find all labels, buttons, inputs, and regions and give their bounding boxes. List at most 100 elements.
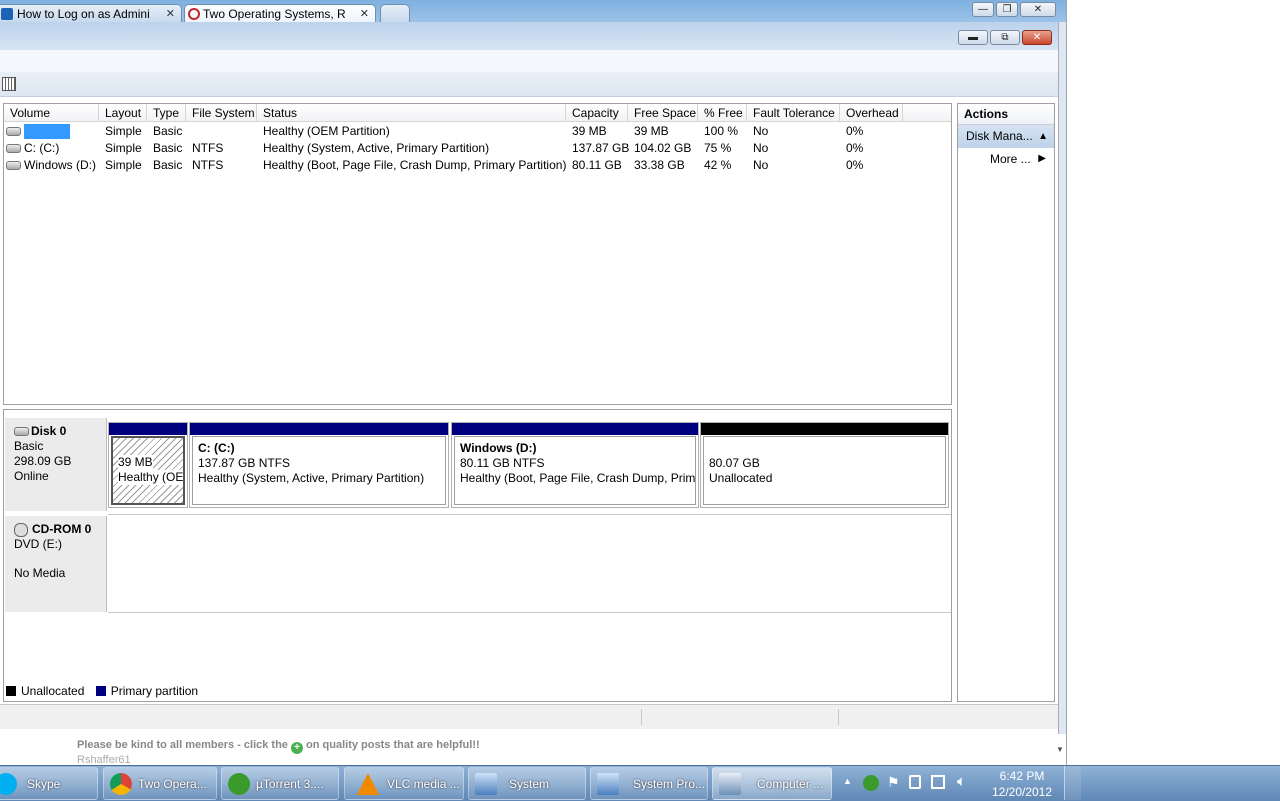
cdrom-0-info[interactable]: CD-ROM 0 DVD (E:) No Media bbox=[5, 516, 107, 612]
actions-more-label: More ... bbox=[990, 152, 1031, 166]
close-button[interactable]: ✕ bbox=[1022, 30, 1052, 45]
cdrom-name: CD-ROM 0 bbox=[32, 522, 92, 536]
column-header-type[interactable]: Type bbox=[147, 104, 186, 122]
partition-status: Unallocated bbox=[709, 471, 773, 485]
partition-c[interactable]: C: (C:) 137.87 GB NTFS Healthy (System, … bbox=[189, 422, 449, 508]
forum-message: Please be kind to all members - click th… bbox=[77, 739, 480, 754]
legend-swatch-primary bbox=[95, 686, 106, 696]
fault-tolerance-cell: No bbox=[753, 124, 769, 138]
menu-bar bbox=[0, 50, 1058, 73]
column-header-free-space[interactable]: Free Space bbox=[628, 104, 698, 122]
partition-title: Windows (D:) bbox=[460, 441, 537, 455]
window-title-bar: ▬ ⧉ ✕ bbox=[0, 22, 1058, 50]
volume-icon[interactable]: 🔈︎ bbox=[957, 773, 966, 790]
disk-icon bbox=[14, 427, 29, 437]
disk-name: Disk 0 bbox=[31, 424, 67, 438]
column-header-volume[interactable]: Volume bbox=[4, 104, 99, 122]
fs-cell bbox=[186, 123, 192, 140]
minimize-button[interactable]: ▬ bbox=[958, 30, 988, 45]
layout-cell: Simple bbox=[105, 124, 142, 138]
partition-bar bbox=[109, 423, 187, 435]
column-header-percent-free[interactable]: % Free bbox=[698, 104, 747, 122]
partition-oem[interactable]: 39 MB Healthy (OEM bbox=[108, 422, 188, 508]
browser-tab-strip: How to Log on as Admini ✕ Two Operating … bbox=[0, 0, 1066, 22]
restore-button[interactable]: ⧉ bbox=[990, 30, 1020, 45]
taskbar: Skype Two Opera... µTorrent 3.... VLC me… bbox=[0, 765, 1280, 801]
utorrent-tray-icon[interactable] bbox=[863, 775, 879, 791]
column-header-file-system[interactable]: File System bbox=[186, 104, 257, 122]
toolbar-properties-icon[interactable] bbox=[2, 77, 16, 91]
actions-more-item[interactable]: More ... ▶ bbox=[958, 148, 1054, 170]
taskbar-item-system[interactable]: System bbox=[468, 767, 586, 800]
column-header-capacity[interactable]: Capacity bbox=[566, 104, 628, 122]
site-favicon-icon bbox=[188, 8, 200, 20]
partition-bar bbox=[452, 423, 698, 435]
taskbar-item-vlc[interactable]: VLC media ... bbox=[344, 767, 464, 800]
system-tray: ▲ ⚑ 🔈︎ bbox=[835, 766, 985, 800]
computer-icon bbox=[597, 773, 619, 795]
column-header-status[interactable]: Status bbox=[257, 104, 566, 122]
taskbar-item-system-properties[interactable]: System Pro... bbox=[590, 767, 708, 800]
status-divider bbox=[641, 709, 642, 725]
partition-title bbox=[709, 441, 940, 456]
overhead-cell: 0% bbox=[846, 158, 864, 172]
drive-icon bbox=[6, 127, 21, 137]
percent-free-cell: 100 % bbox=[704, 124, 739, 138]
partition-status: Healthy (Boot, Page File, Crash Dump, Pr… bbox=[460, 471, 696, 485]
status-cell: Healthy (Boot, Page File, Crash Dump, Pr… bbox=[263, 158, 567, 172]
actions-pane: Actions Disk Mana... ▲ More ... ▶ bbox=[957, 103, 1055, 702]
minimize-button[interactable]: — bbox=[972, 2, 994, 17]
forum-signature-area: Please be kind to all members - click th… bbox=[0, 733, 1064, 763]
cdrom-type: DVD (E:) bbox=[14, 537, 62, 551]
actions-section-disk-management[interactable]: Disk Mana... ▲ bbox=[958, 125, 1054, 148]
partition-d[interactable]: Windows (D:) 80.11 GB NTFS Healthy (Boot… bbox=[451, 422, 699, 508]
column-header-empty bbox=[903, 104, 951, 122]
taskbar-label: Computer ... bbox=[757, 777, 824, 791]
close-icon[interactable]: ✕ bbox=[360, 5, 369, 22]
disk-type: Basic bbox=[14, 439, 44, 453]
vlc-icon bbox=[357, 773, 379, 795]
taskbar-item-computer-management[interactable]: Computer ... bbox=[712, 767, 832, 800]
show-hidden-icons-icon[interactable]: ▲ bbox=[843, 776, 852, 786]
capacity-cell: 39 MB bbox=[572, 124, 607, 138]
partition-status: Healthy (System, Active, Primary Partiti… bbox=[198, 471, 425, 485]
column-header-layout[interactable]: Layout bbox=[99, 104, 147, 122]
scroll-down-icon[interactable]: ▼ bbox=[1056, 745, 1064, 754]
column-header-overhead[interactable]: Overhead bbox=[840, 104, 903, 122]
new-tab-button[interactable] bbox=[380, 4, 410, 22]
computer-icon bbox=[475, 773, 497, 795]
taskbar-item-skype[interactable]: Skype bbox=[0, 767, 98, 800]
column-header-fault-tolerance[interactable]: Fault Tolerance bbox=[747, 104, 840, 122]
device-icon[interactable] bbox=[909, 775, 921, 789]
browser-tab-how-to-log-on[interactable]: How to Log on as Admini ✕ bbox=[0, 4, 182, 22]
partition-title: C: (C:) bbox=[198, 441, 235, 455]
actions-title: Actions bbox=[958, 104, 1054, 125]
percent-free-cell: 75 % bbox=[704, 141, 732, 155]
collapse-up-icon[interactable]: ▲ bbox=[1038, 125, 1048, 148]
taskbar-item-chrome[interactable]: Two Opera... bbox=[103, 767, 217, 800]
browser-tab-two-operating-systems[interactable]: Two Operating Systems, R ✕ bbox=[184, 4, 376, 22]
partition-unallocated[interactable]: 80.07 GB Unallocated bbox=[700, 422, 949, 508]
taskbar-label: Skype bbox=[27, 777, 61, 791]
type-cell: Basic bbox=[153, 141, 183, 155]
network-icon[interactable] bbox=[931, 775, 945, 789]
volume-name-selected[interactable] bbox=[24, 124, 70, 140]
type-cell: Basic bbox=[153, 124, 183, 138]
cdrom-state: No Media bbox=[14, 566, 66, 580]
show-desktop-button[interactable] bbox=[1064, 766, 1081, 800]
taskbar-item-utorrent[interactable]: µTorrent 3.... bbox=[221, 767, 339, 800]
disk-0-info[interactable]: Disk 0 Basic 298.09 GB Online bbox=[5, 418, 107, 511]
partition-size: 137.87 GB NTFS bbox=[198, 456, 291, 470]
clock[interactable]: 6:42 PM 12/20/2012 bbox=[985, 768, 1059, 800]
free-space-cell: 33.38 GB bbox=[634, 158, 685, 172]
flag-icon[interactable]: ⚑ bbox=[887, 774, 900, 791]
volume-name: Windows (D:) bbox=[24, 158, 97, 172]
taskbar-label: System Pro... bbox=[633, 777, 706, 791]
free-space-cell: 39 MB bbox=[634, 124, 669, 138]
fault-tolerance-cell: No bbox=[753, 141, 769, 155]
close-button[interactable]: ✕ bbox=[1020, 2, 1056, 17]
maximize-button[interactable]: ❐ bbox=[996, 2, 1018, 17]
clock-date: 12/20/2012 bbox=[991, 785, 1053, 799]
fs-cell: NTFS bbox=[192, 141, 224, 155]
close-icon[interactable]: ✕ bbox=[166, 5, 175, 22]
